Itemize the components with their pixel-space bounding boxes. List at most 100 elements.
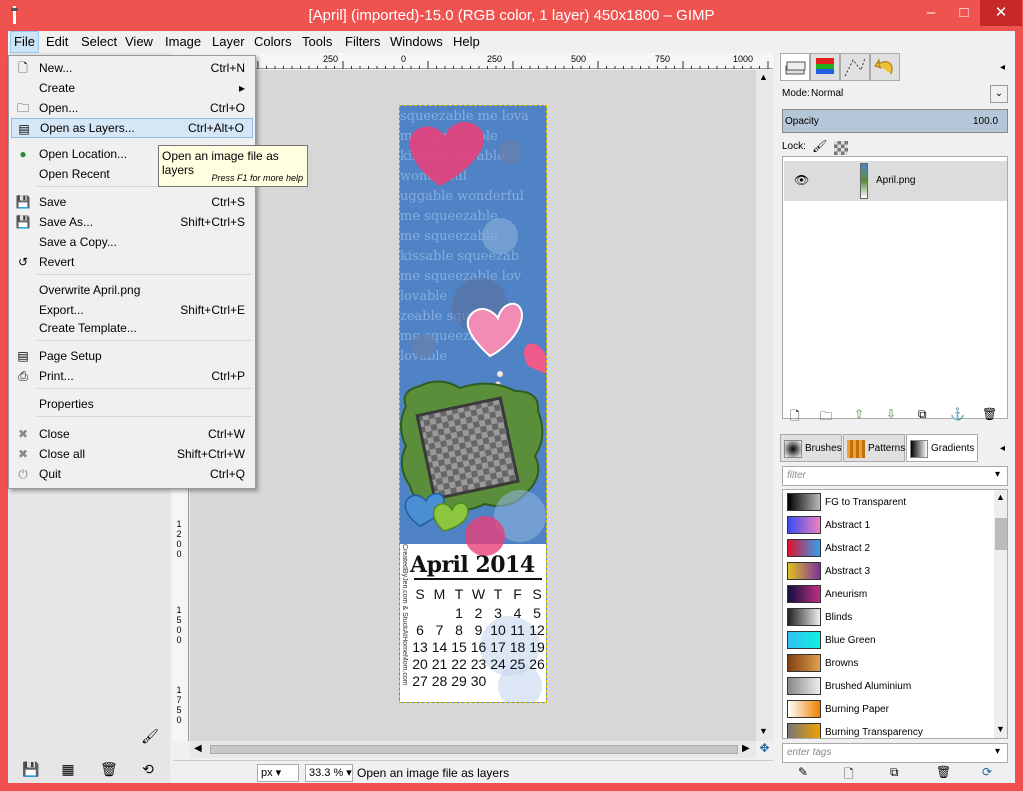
- gradient-item[interactable]: FG to Transparent: [785, 491, 995, 514]
- menu-item-save[interactable]: 💾 Save Ctrl+S: [11, 192, 253, 212]
- calendar-day: 15: [451, 639, 467, 655]
- tab-paths[interactable]: [840, 53, 870, 81]
- delete-tool-options-icon[interactable]: 🗑: [100, 761, 118, 777]
- gradient-item[interactable]: Browns: [785, 652, 995, 675]
- mode-dropdown-icon[interactable]: ⌄: [990, 85, 1008, 103]
- lock-alpha-icon[interactable]: [834, 141, 848, 155]
- menu-colors[interactable]: Colors: [251, 31, 295, 53]
- filter-dropdown-icon[interactable]: ▾: [995, 469, 1000, 480]
- visibility-eye-icon[interactable]: 👁: [794, 173, 809, 187]
- gradient-item[interactable]: Burning Paper: [785, 698, 995, 721]
- menu-image[interactable]: Image: [162, 31, 204, 53]
- menu-item-page-setup[interactable]: ▤ Page Setup: [11, 346, 253, 366]
- dock2-menu-arrow-icon[interactable]: ◂: [1000, 443, 1005, 454]
- svg-text:me squeezable: me squeezable: [400, 209, 498, 224]
- new-layer-group-icon[interactable]: 🗀: [820, 407, 832, 428]
- navigate-icon[interactable]: ✥: [756, 741, 773, 758]
- menu-item-open[interactable]: 🗀 Open... Ctrl+O: [11, 98, 253, 118]
- raise-layer-icon[interactable]: ⇧: [854, 407, 864, 421]
- menu-item-create[interactable]: Create ▸: [11, 78, 253, 98]
- menu-edit[interactable]: Edit: [43, 31, 71, 53]
- gradient-item[interactable]: Abstract 1: [785, 514, 995, 537]
- menu-layer[interactable]: Layer: [209, 31, 248, 53]
- reset-tool-options-icon[interactable]: ⟲: [140, 761, 156, 777]
- ruler-label: 1200: [176, 519, 182, 559]
- tab-channels[interactable]: [810, 53, 840, 81]
- gradient-item[interactable]: Burning Transparency: [785, 721, 995, 738]
- scroll-up-icon[interactable]: ▲: [996, 492, 1005, 502]
- menu-view[interactable]: View: [122, 31, 156, 53]
- minimize-button[interactable]: –: [914, 0, 948, 26]
- gradient-item[interactable]: Aneurism: [785, 583, 995, 606]
- refresh-gradients-icon[interactable]: ⟳: [982, 765, 992, 779]
- tab-patterns[interactable]: Patterns: [843, 434, 905, 462]
- anchor-layer-icon[interactable]: ⚓: [950, 407, 965, 421]
- scroll-up-icon[interactable]: ▲: [759, 72, 768, 82]
- new-layer-icon[interactable]: 🗋: [790, 407, 800, 428]
- menu-help[interactable]: Help: [450, 31, 483, 53]
- menu-item-close[interactable]: ✖ Close Ctrl+W: [11, 424, 253, 444]
- gradient-item[interactable]: Blinds: [785, 606, 995, 629]
- mode-value[interactable]: Normal: [811, 88, 843, 99]
- restore-tool-options-icon[interactable]: ▦: [60, 761, 76, 777]
- swap-colors-icon[interactable]: 🖌: [136, 728, 164, 750]
- scroll-thumb[interactable]: [210, 745, 738, 754]
- dock-menu-arrow-icon[interactable]: ◂: [1000, 62, 1005, 73]
- close-window-button[interactable]: ✕: [980, 0, 1022, 26]
- menu-select[interactable]: Select: [78, 31, 120, 53]
- tags-input[interactable]: enter tags ▾: [782, 743, 1008, 763]
- image-bookmark[interactable]: squeezable me lova me squeezable kissabl…: [399, 105, 547, 703]
- menu-item-properties[interactable]: Properties: [11, 394, 253, 414]
- menu-item-create-template[interactable]: Create Template...: [11, 318, 253, 338]
- delete-gradient-icon[interactable]: 🗑: [936, 765, 951, 779]
- menu-item-new[interactable]: 🗋 New... Ctrl+N: [11, 58, 253, 78]
- menu-file[interactable]: File: [10, 31, 39, 53]
- save-tool-options-icon[interactable]: 💾: [22, 761, 39, 777]
- menu-item-export[interactable]: Export... Shift+Ctrl+E: [11, 300, 253, 320]
- tab-undo-history[interactable]: [870, 53, 900, 81]
- unit-select[interactable]: px ▾: [257, 764, 299, 782]
- gradient-item[interactable]: Abstract 2: [785, 537, 995, 560]
- menu-item-save-as[interactable]: 💾 Save As... Shift+Ctrl+S: [11, 212, 253, 232]
- tab-layers[interactable]: [780, 53, 810, 81]
- menu-item-close-all[interactable]: ✖ Close all Shift+Ctrl+W: [11, 444, 253, 464]
- gradient-item[interactable]: Abstract 3: [785, 560, 995, 583]
- tab-gradients[interactable]: Gradients: [906, 434, 978, 462]
- menu-item-quit[interactable]: ⏻ Quit Ctrl+Q: [11, 464, 253, 484]
- menu-item-revert[interactable]: ↺ Revert: [11, 252, 253, 272]
- gradient-scrollbar[interactable]: ▲ ▼: [994, 490, 1007, 738]
- scroll-down-icon[interactable]: ▼: [759, 726, 768, 736]
- layer-row[interactable]: 👁 April.png: [784, 161, 1007, 201]
- horizontal-ruler[interactable]: 250 0 250 500 750 1000: [173, 53, 773, 69]
- zoom-select[interactable]: 33.3 % ▾: [305, 764, 353, 782]
- scroll-left-icon[interactable]: ◀: [194, 743, 202, 754]
- gradient-item[interactable]: Blue Green: [785, 629, 995, 652]
- tags-dropdown-icon[interactable]: ▾: [995, 746, 1000, 757]
- menu-tools[interactable]: Tools: [299, 31, 335, 53]
- horizontal-scrollbar[interactable]: ◀ ▶: [190, 741, 756, 758]
- duplicate-gradient-icon[interactable]: ⧉: [890, 765, 899, 780]
- edit-gradient-icon[interactable]: ✎: [798, 765, 808, 779]
- gradient-item[interactable]: Brushed Aluminium: [785, 675, 995, 698]
- vertical-scrollbar[interactable]: ▲ ▼: [756, 70, 773, 741]
- menu-filters[interactable]: Filters: [342, 31, 383, 53]
- scroll-thumb[interactable]: [995, 518, 1007, 550]
- menu-item-save-a-copy[interactable]: Save a Copy...: [11, 232, 253, 252]
- calendar-weekday: M: [433, 586, 446, 602]
- menu-item-print[interactable]: ⎙ Print... Ctrl+P: [11, 366, 253, 386]
- lock-pixels-icon[interactable]: 🖌: [812, 139, 827, 153]
- tab-brushes[interactable]: Brushes: [780, 434, 842, 462]
- lower-layer-icon[interactable]: ⇩: [886, 407, 896, 421]
- menu-windows[interactable]: Windows: [387, 31, 446, 53]
- menu-item-overwrite-april-png[interactable]: Overwrite April.png: [11, 280, 253, 300]
- scroll-down-icon[interactable]: ▼: [996, 724, 1005, 734]
- gradient-swatch: [787, 654, 821, 672]
- delete-layer-icon[interactable]: 🗑: [982, 407, 997, 421]
- opacity-slider[interactable]: Opacity 100.0: [782, 109, 1008, 133]
- menu-item-open-as-layers[interactable]: ▤ Open as Layers... Ctrl+Alt+O: [11, 118, 253, 138]
- new-gradient-icon[interactable]: 🗋: [844, 765, 854, 786]
- scroll-right-icon[interactable]: ▶: [742, 743, 750, 754]
- duplicate-layer-icon[interactable]: ⧉: [918, 407, 927, 422]
- gradient-filter-input[interactable]: filter ▾: [782, 466, 1008, 486]
- maximize-button[interactable]: □: [947, 0, 981, 26]
